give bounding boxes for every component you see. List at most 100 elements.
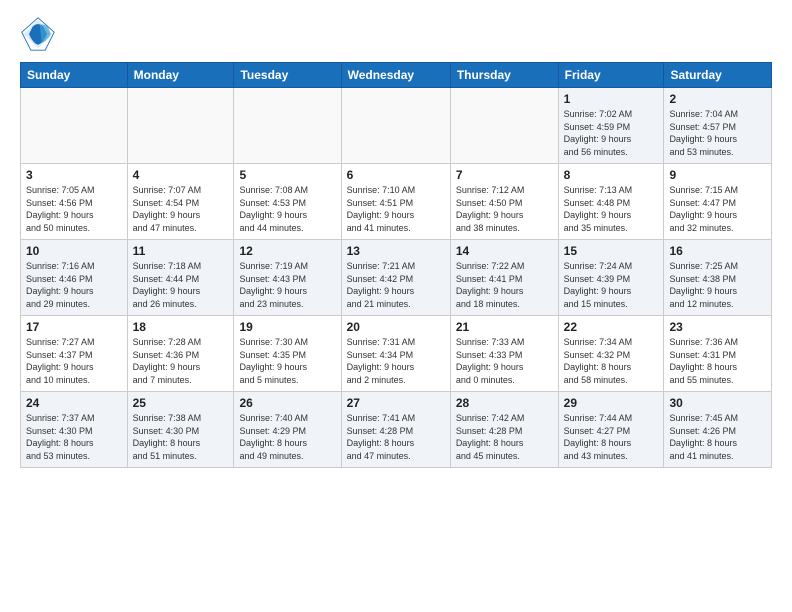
- day-info: Sunrise: 7:33 AM Sunset: 4:33 PM Dayligh…: [456, 336, 553, 386]
- day-info: Sunrise: 7:21 AM Sunset: 4:42 PM Dayligh…: [347, 260, 445, 310]
- calendar-cell: 12 Sunrise: 7:19 AM Sunset: 4:43 PM Dayli…: [234, 240, 341, 316]
- day-number: 23: [669, 320, 766, 334]
- calendar-cell: 22 Sunrise: 7:34 AM Sunset: 4:32 PM Dayli…: [558, 316, 664, 392]
- week-row-4: 24 Sunrise: 7:37 AM Sunset: 4:30 PM Dayli…: [21, 392, 772, 468]
- page: SundayMondayTuesdayWednesdayThursdayFrid…: [0, 0, 792, 478]
- calendar-cell: 14 Sunrise: 7:22 AM Sunset: 4:41 PM Dayli…: [450, 240, 558, 316]
- week-row-2: 10 Sunrise: 7:16 AM Sunset: 4:46 PM Dayli…: [21, 240, 772, 316]
- day-number: 14: [456, 244, 553, 258]
- calendar-cell: 26 Sunrise: 7:40 AM Sunset: 4:29 PM Dayli…: [234, 392, 341, 468]
- day-number: 7: [456, 168, 553, 182]
- calendar-cell: [127, 88, 234, 164]
- calendar-cell: [341, 88, 450, 164]
- day-number: 28: [456, 396, 553, 410]
- weekday-header-friday: Friday: [558, 63, 664, 88]
- day-number: 10: [26, 244, 122, 258]
- logo: [20, 16, 60, 52]
- calendar-cell: [450, 88, 558, 164]
- calendar-cell: 11 Sunrise: 7:18 AM Sunset: 4:44 PM Dayli…: [127, 240, 234, 316]
- day-number: 2: [669, 92, 766, 106]
- day-info: Sunrise: 7:12 AM Sunset: 4:50 PM Dayligh…: [456, 184, 553, 234]
- calendar-cell: 6Sunrise: 7:10 AM Sunset: 4:51 PM Daylig…: [341, 164, 450, 240]
- calendar-cell: 24 Sunrise: 7:37 AM Sunset: 4:30 PM Dayli…: [21, 392, 128, 468]
- day-number: 11: [133, 244, 229, 258]
- day-info: Sunrise: 7:41 AM Sunset: 4:28 PM Dayligh…: [347, 412, 445, 462]
- day-info: Sunrise: 7:25 AM Sunset: 4:38 PM Dayligh…: [669, 260, 766, 310]
- day-number: 9: [669, 168, 766, 182]
- calendar-cell: 18 Sunrise: 7:28 AM Sunset: 4:36 PM Dayli…: [127, 316, 234, 392]
- calendar-cell: 21 Sunrise: 7:33 AM Sunset: 4:33 PM Dayli…: [450, 316, 558, 392]
- day-info: Sunrise: 7:15 AM Sunset: 4:47 PM Dayligh…: [669, 184, 766, 234]
- day-info: Sunrise: 7:24 AM Sunset: 4:39 PM Dayligh…: [564, 260, 659, 310]
- day-number: 22: [564, 320, 659, 334]
- calendar-cell: 2 Sunrise: 7:04 AM Sunset: 4:57 PM Daylig…: [664, 88, 772, 164]
- day-number: 21: [456, 320, 553, 334]
- day-info: Sunrise: 7:38 AM Sunset: 4:30 PM Dayligh…: [133, 412, 229, 462]
- day-number: 5: [239, 168, 335, 182]
- weekday-header-sunday: Sunday: [21, 63, 128, 88]
- day-number: 12: [239, 244, 335, 258]
- calendar-cell: 16Sunrise: 7:25 AM Sunset: 4:38 PM Dayli…: [664, 240, 772, 316]
- day-info: Sunrise: 7:22 AM Sunset: 4:41 PM Dayligh…: [456, 260, 553, 310]
- calendar-cell: 13 Sunrise: 7:21 AM Sunset: 4:42 PM Dayli…: [341, 240, 450, 316]
- day-number: 3: [26, 168, 122, 182]
- day-info: Sunrise: 7:37 AM Sunset: 4:30 PM Dayligh…: [26, 412, 122, 462]
- calendar-cell: 10 Sunrise: 7:16 AM Sunset: 4:46 PM Dayli…: [21, 240, 128, 316]
- day-info: Sunrise: 7:28 AM Sunset: 4:36 PM Dayligh…: [133, 336, 229, 386]
- calendar-cell: 23 Sunrise: 7:36 AM Sunset: 4:31 PM Dayli…: [664, 316, 772, 392]
- calendar-cell: 27 Sunrise: 7:41 AM Sunset: 4:28 PM Dayli…: [341, 392, 450, 468]
- day-info: Sunrise: 7:27 AM Sunset: 4:37 PM Dayligh…: [26, 336, 122, 386]
- day-number: 26: [239, 396, 335, 410]
- day-info: Sunrise: 7:04 AM Sunset: 4:57 PM Dayligh…: [669, 108, 766, 158]
- day-number: 4: [133, 168, 229, 182]
- calendar-cell: 29 Sunrise: 7:44 AM Sunset: 4:27 PM Dayli…: [558, 392, 664, 468]
- day-info: Sunrise: 7:42 AM Sunset: 4:28 PM Dayligh…: [456, 412, 553, 462]
- logo-icon: [20, 16, 56, 52]
- day-number: 24: [26, 396, 122, 410]
- week-row-3: 17 Sunrise: 7:27 AM Sunset: 4:37 PM Dayli…: [21, 316, 772, 392]
- calendar-cell: 7 Sunrise: 7:12 AM Sunset: 4:50 PM Daylig…: [450, 164, 558, 240]
- day-number: 13: [347, 244, 445, 258]
- weekday-header-saturday: Saturday: [664, 63, 772, 88]
- day-info: Sunrise: 7:08 AM Sunset: 4:53 PM Dayligh…: [239, 184, 335, 234]
- day-info: Sunrise: 7:34 AM Sunset: 4:32 PM Dayligh…: [564, 336, 659, 386]
- week-row-1: 3 Sunrise: 7:05 AM Sunset: 4:56 PM Daylig…: [21, 164, 772, 240]
- day-number: 29: [564, 396, 659, 410]
- day-info: Sunrise: 7:45 AM Sunset: 4:26 PM Dayligh…: [669, 412, 766, 462]
- day-info: Sunrise: 7:19 AM Sunset: 4:43 PM Dayligh…: [239, 260, 335, 310]
- day-info: Sunrise: 7:36 AM Sunset: 4:31 PM Dayligh…: [669, 336, 766, 386]
- day-info: Sunrise: 7:07 AM Sunset: 4:54 PM Dayligh…: [133, 184, 229, 234]
- day-info: Sunrise: 7:30 AM Sunset: 4:35 PM Dayligh…: [239, 336, 335, 386]
- day-number: 8: [564, 168, 659, 182]
- day-info: Sunrise: 7:16 AM Sunset: 4:46 PM Dayligh…: [26, 260, 122, 310]
- day-info: Sunrise: 7:31 AM Sunset: 4:34 PM Dayligh…: [347, 336, 445, 386]
- weekday-header-row: SundayMondayTuesdayWednesdayThursdayFrid…: [21, 63, 772, 88]
- day-number: 18: [133, 320, 229, 334]
- day-info: Sunrise: 7:44 AM Sunset: 4:27 PM Dayligh…: [564, 412, 659, 462]
- calendar-cell: 15 Sunrise: 7:24 AM Sunset: 4:39 PM Dayli…: [558, 240, 664, 316]
- calendar-body: 1Sunrise: 7:02 AM Sunset: 4:59 PM Daylig…: [21, 88, 772, 468]
- week-row-0: 1Sunrise: 7:02 AM Sunset: 4:59 PM Daylig…: [21, 88, 772, 164]
- day-number: 1: [564, 92, 659, 106]
- weekday-header-monday: Monday: [127, 63, 234, 88]
- day-info: Sunrise: 7:13 AM Sunset: 4:48 PM Dayligh…: [564, 184, 659, 234]
- calendar-cell: 1Sunrise: 7:02 AM Sunset: 4:59 PM Daylig…: [558, 88, 664, 164]
- calendar-cell: 30Sunrise: 7:45 AM Sunset: 4:26 PM Dayli…: [664, 392, 772, 468]
- weekday-header-thursday: Thursday: [450, 63, 558, 88]
- day-number: 27: [347, 396, 445, 410]
- day-number: 19: [239, 320, 335, 334]
- day-info: Sunrise: 7:18 AM Sunset: 4:44 PM Dayligh…: [133, 260, 229, 310]
- day-info: Sunrise: 7:05 AM Sunset: 4:56 PM Dayligh…: [26, 184, 122, 234]
- day-number: 25: [133, 396, 229, 410]
- day-number: 15: [564, 244, 659, 258]
- day-info: Sunrise: 7:40 AM Sunset: 4:29 PM Dayligh…: [239, 412, 335, 462]
- calendar-cell: 17 Sunrise: 7:27 AM Sunset: 4:37 PM Dayli…: [21, 316, 128, 392]
- day-number: 20: [347, 320, 445, 334]
- day-info: Sunrise: 7:10 AM Sunset: 4:51 PM Dayligh…: [347, 184, 445, 234]
- calendar-cell: 28 Sunrise: 7:42 AM Sunset: 4:28 PM Dayli…: [450, 392, 558, 468]
- calendar-cell: 9 Sunrise: 7:15 AM Sunset: 4:47 PM Daylig…: [664, 164, 772, 240]
- calendar-cell: 5 Sunrise: 7:08 AM Sunset: 4:53 PM Daylig…: [234, 164, 341, 240]
- day-number: 17: [26, 320, 122, 334]
- calendar-cell: 3 Sunrise: 7:05 AM Sunset: 4:56 PM Daylig…: [21, 164, 128, 240]
- calendar-cell: 8 Sunrise: 7:13 AM Sunset: 4:48 PM Daylig…: [558, 164, 664, 240]
